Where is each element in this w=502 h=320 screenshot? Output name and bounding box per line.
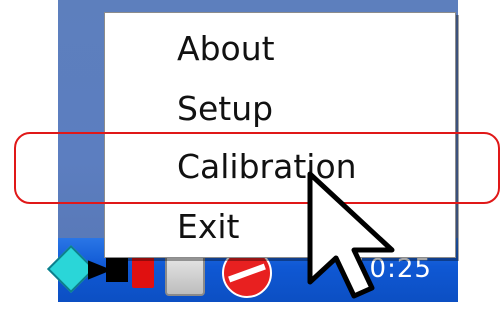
menu-item-exit[interactable]: Exit: [177, 207, 240, 247]
gray-device-icon[interactable]: [165, 252, 205, 296]
mouse-pointer-icon: [307, 171, 395, 299]
menu-item-about[interactable]: About: [177, 29, 275, 69]
calibration-highlight-outline: [14, 132, 500, 204]
menu-item-setup[interactable]: Setup: [177, 89, 273, 129]
